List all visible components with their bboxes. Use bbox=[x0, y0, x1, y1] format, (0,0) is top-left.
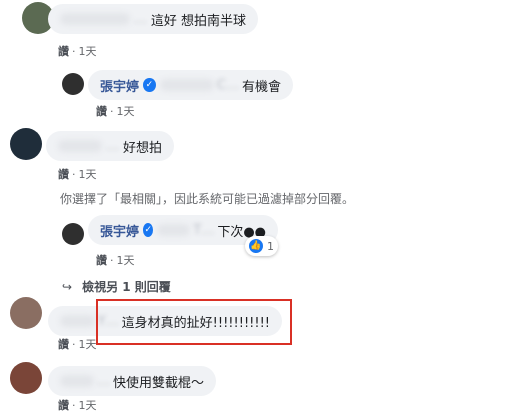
reply-bubble: 張宇婷 ✓ C… 有機會 bbox=[88, 70, 293, 100]
timestamp[interactable]: 1天 bbox=[117, 105, 135, 118]
like-button[interactable]: 讚 bbox=[96, 105, 107, 118]
view-more-replies-label: 檢視另 1 則回覆 bbox=[82, 280, 171, 294]
author-name-obscured[interactable] bbox=[60, 315, 95, 327]
check-icon: ✓ bbox=[143, 223, 154, 237]
author-name-obscured[interactable] bbox=[60, 375, 94, 387]
reply-actions: 讚 · 1天 bbox=[96, 105, 135, 118]
timestamp[interactable]: 1天 bbox=[79, 399, 97, 412]
author-name[interactable]: 張宇婷 bbox=[100, 221, 139, 240]
filter-notice: 你選擇了「最相關」，因此系統可能已過濾掉部分回覆。 bbox=[60, 192, 355, 206]
reaction-count[interactable]: 👍 1 bbox=[245, 236, 278, 256]
like-button[interactable]: 讚 bbox=[58, 45, 69, 58]
reply-text: 有機會 bbox=[241, 79, 281, 95]
comment-actions: 讚 · 1天 bbox=[58, 45, 97, 58]
comment-text: 這好 想拍南半球 bbox=[150, 13, 246, 29]
mention-obscured[interactable] bbox=[159, 79, 214, 91]
reply-arrow-icon: ↪ bbox=[62, 280, 73, 294]
author-name[interactable]: 張宇婷 bbox=[100, 76, 139, 95]
like-button[interactable]: 讚 bbox=[96, 254, 107, 267]
check-icon: ✓ bbox=[143, 78, 156, 92]
timestamp[interactable]: 1天 bbox=[79, 338, 97, 351]
avatar[interactable] bbox=[10, 362, 42, 394]
comment-text: 好想拍 bbox=[122, 140, 162, 156]
comment-actions: 讚 · 1天 bbox=[58, 338, 97, 351]
comment-actions: 讚 · 1天 bbox=[58, 399, 97, 412]
reaction-count-number: 1 bbox=[267, 239, 274, 253]
comment-bubble: … 這好 想拍南半球 bbox=[48, 4, 258, 34]
like-button[interactable]: 讚 bbox=[58, 399, 69, 412]
like-button[interactable]: 讚 bbox=[58, 168, 69, 181]
thumbs-up-icon: 👍 bbox=[249, 239, 263, 253]
timestamp[interactable]: 1天 bbox=[117, 254, 135, 267]
avatar[interactable] bbox=[10, 128, 42, 160]
timestamp[interactable]: 1天 bbox=[79, 45, 97, 58]
avatar[interactable] bbox=[62, 223, 84, 245]
timestamp[interactable]: 1天 bbox=[79, 168, 97, 181]
mention-obscured[interactable] bbox=[157, 224, 191, 236]
author-name-obscured[interactable] bbox=[58, 140, 102, 152]
reply-actions: 讚 · 1天 bbox=[96, 254, 135, 267]
comment-actions: 讚 · 1天 bbox=[58, 168, 97, 181]
comment-bubble: … 快使用雙截棍～ bbox=[48, 366, 216, 396]
comment-bubble: … 好想拍 bbox=[46, 131, 174, 161]
author-name-obscured[interactable] bbox=[60, 13, 130, 25]
view-more-replies-link[interactable]: ↪ 檢視另 1 則回覆 bbox=[62, 278, 171, 295]
like-button[interactable]: 讚 bbox=[58, 338, 69, 351]
avatar[interactable] bbox=[62, 73, 84, 95]
comment-text: 快使用雙截棍～ bbox=[112, 375, 204, 391]
highlight-box bbox=[96, 299, 292, 345]
avatar[interactable] bbox=[10, 297, 42, 329]
